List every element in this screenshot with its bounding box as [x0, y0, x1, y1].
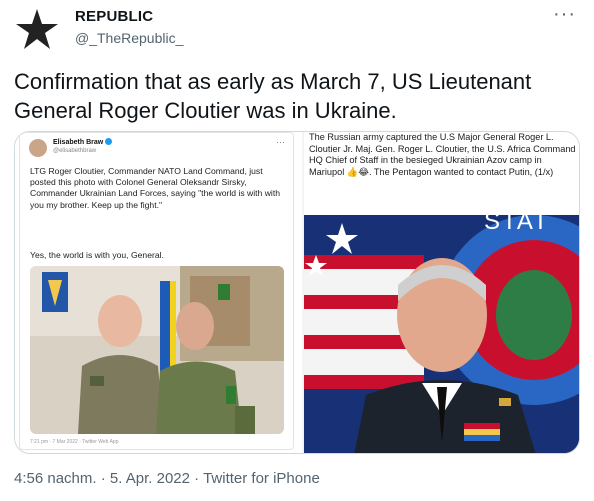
embedded-avatar	[29, 139, 47, 157]
tweet-media[interactable]: Elisabeth Braw @elisabethbraw ··· LTG Ro…	[14, 131, 580, 454]
media-image-right[interactable]: The Russian army captured the U.S Major …	[304, 132, 579, 453]
tweet-date[interactable]: 5. Apr. 2022	[110, 470, 190, 487]
general-portrait-photo: STAT	[304, 215, 579, 453]
avatar[interactable]	[14, 6, 60, 52]
more-options-button[interactable]: ···	[553, 4, 576, 24]
meta-separator: ·	[194, 470, 200, 487]
author-block: REPUBLIC @_TheRepublic_	[75, 8, 183, 46]
embedded-timestamp: 7:21 pm · 7 Mar 2022 · Twitter Web App	[30, 439, 119, 445]
overlay-caption: The Russian army captured the U.S Major …	[309, 132, 576, 177]
embedded-author-name: Elisabeth Braw	[53, 138, 113, 146]
display-name[interactable]: REPUBLIC	[75, 8, 183, 25]
embedded-tweet-text: LTG Roger Cloutier, Commander NATO Land …	[30, 166, 280, 210]
user-handle[interactable]: @_TheRepublic_	[75, 30, 183, 46]
embedded-tweet-text-2: Yes, the world is with you, General.	[30, 250, 164, 260]
media-image-left[interactable]: Elisabeth Braw @elisabethbraw ··· LTG Ro…	[15, 132, 302, 453]
portrait-illustration: STAT	[304, 215, 579, 453]
tweet-text: Confirmation that as early as March 7, U…	[14, 69, 532, 123]
tweet-metadata: 4:56 nachm. · 5. Apr. 2022 · Twitter for…	[14, 470, 320, 487]
tweet-time[interactable]: 4:56 nachm.	[14, 470, 97, 487]
verified-icon	[105, 138, 113, 145]
embedded-more-icon: ···	[276, 137, 285, 147]
embedded-author-name-text: Elisabeth Braw	[53, 139, 104, 146]
meta-separator: ·	[100, 470, 106, 487]
tweet-header: REPUBLIC @_TheRepublic_ ···	[14, 4, 580, 54]
embedded-photo-generals	[30, 266, 284, 434]
tweet-source[interactable]: Twitter for iPhone	[203, 470, 320, 487]
generals-photo-illustration	[30, 266, 284, 434]
star-icon	[16, 9, 58, 49]
embedded-tweet-card: Elisabeth Braw @elisabethbraw ··· LTG Ro…	[19, 132, 294, 450]
embedded-author-handle: @elisabethbraw	[53, 148, 97, 154]
emblem-lettering: STAT	[484, 215, 550, 235]
